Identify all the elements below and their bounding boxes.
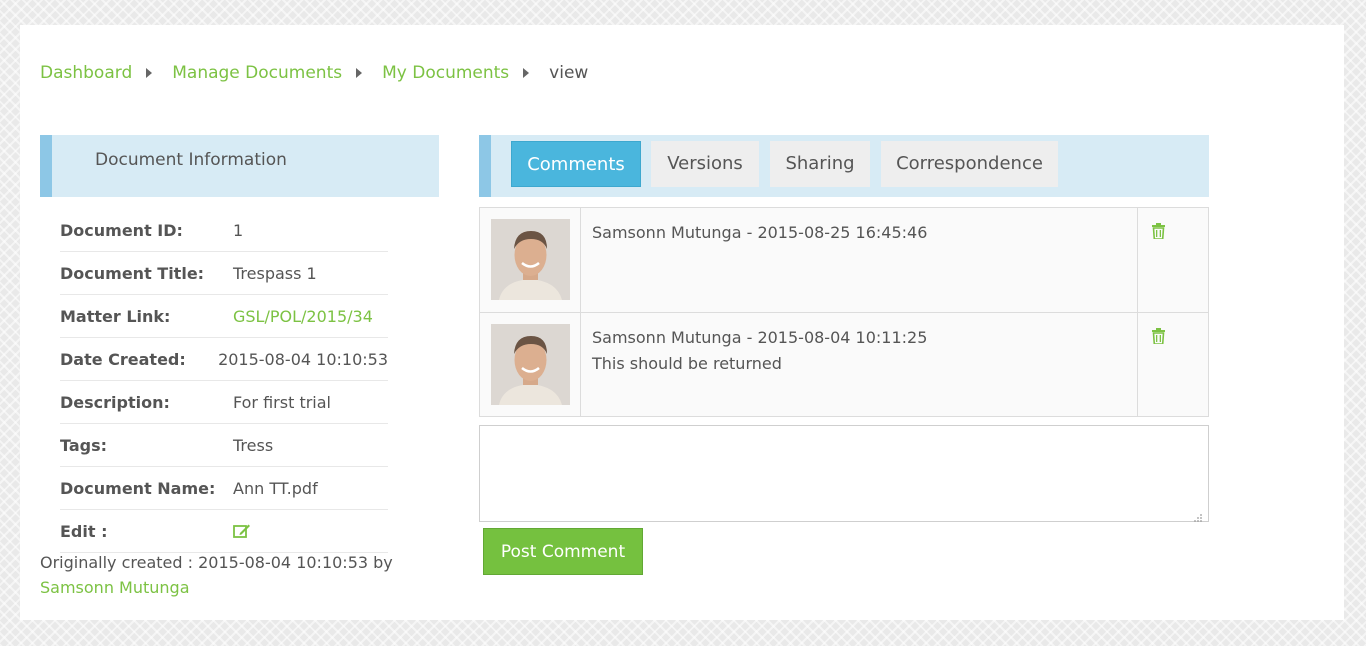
matter-link[interactable]: GSL/POL/2015/34: [233, 307, 373, 326]
info-value: Tress: [233, 435, 274, 455]
breadcrumb: Dashboard Manage Documents My Documents …: [40, 63, 588, 83]
info-value: Ann TT.pdf: [233, 478, 318, 498]
tab-correspondence[interactable]: Correspondence: [881, 141, 1058, 187]
document-info-header: Document Information: [40, 135, 439, 197]
avatar-cell: [480, 208, 581, 312]
avatar: [491, 219, 570, 300]
info-label: Matter Link:: [60, 306, 171, 326]
document-info-title: Document Information: [95, 150, 287, 170]
info-label: Tags:: [60, 435, 108, 455]
creator-link[interactable]: Samsonn Mutunga: [40, 578, 190, 597]
breadcrumb-manage-documents[interactable]: Manage Documents: [172, 63, 342, 83]
resize-grip-icon[interactable]: [1193, 508, 1203, 527]
info-row-date-created: Date Created: 2015-08-04 10:10:53: [60, 338, 388, 381]
caret-right-icon: [146, 68, 153, 78]
document-info-table: Document ID: 1 Document Title: Trespass …: [60, 209, 388, 553]
comment-body: Samsonn Mutunga - 2015-08-25 16:45:46: [581, 208, 1138, 312]
avatar-cell: [480, 313, 581, 416]
info-label: Description:: [60, 392, 170, 412]
post-comment-button[interactable]: Post Comment: [483, 528, 643, 575]
info-label: Edit :: [60, 521, 108, 541]
comment-actions: [1138, 208, 1208, 312]
comments-table: Samsonn Mutunga - 2015-08-25 16:45:46 Sa…: [479, 207, 1209, 417]
caret-right-icon: [523, 68, 530, 78]
info-label: Document Name:: [60, 478, 216, 498]
caret-right-icon: [356, 68, 363, 78]
comment-actions: [1138, 313, 1208, 416]
info-row-document-id: Document ID: 1: [60, 209, 388, 252]
comment-textarea[interactable]: [479, 425, 1209, 522]
breadcrumb-current: view: [549, 63, 589, 83]
comment-header: Samsonn Mutunga - 2015-08-25 16:45:46: [592, 223, 928, 242]
trash-icon[interactable]: [1152, 328, 1165, 344]
info-value: For first trial: [233, 392, 331, 412]
info-row-matter-link: Matter Link: GSL/POL/2015/34: [60, 295, 388, 338]
comment-body: Samsonn Mutunga - 2015-08-04 10:11:25 Th…: [581, 313, 1138, 416]
tabs-bar: Comments Versions Sharing Correspondence: [479, 135, 1209, 197]
info-value: Trespass 1: [233, 263, 317, 283]
info-row-document-name: Document Name: Ann TT.pdf: [60, 467, 388, 510]
edit-icon[interactable]: [233, 523, 251, 539]
info-value: 2015-08-04 10:10:53: [218, 349, 388, 369]
info-row-description: Description: For first trial: [60, 381, 388, 424]
comment-row: Samsonn Mutunga - 2015-08-25 16:45:46: [480, 208, 1208, 312]
info-row-edit: Edit :: [60, 510, 388, 553]
info-row-tags: Tags: Tress: [60, 424, 388, 467]
info-label: Date Created:: [60, 349, 186, 369]
info-label: Document ID:: [60, 220, 183, 240]
comment-header: Samsonn Mutunga - 2015-08-04 10:11:25: [592, 328, 928, 347]
comment-row: Samsonn Mutunga - 2015-08-04 10:11:25 Th…: [480, 312, 1208, 416]
tab-sharing[interactable]: Sharing: [770, 141, 870, 187]
content-panel: Dashboard Manage Documents My Documents …: [20, 25, 1344, 620]
tab-versions[interactable]: Versions: [651, 141, 759, 187]
trash-icon[interactable]: [1152, 223, 1165, 239]
info-label: Document Title:: [60, 263, 205, 283]
tab-comments[interactable]: Comments: [511, 141, 641, 187]
originally-created-info: Originally created : 2015-08-04 10:10:53…: [40, 550, 420, 600]
comment-text: This should be returned: [592, 354, 782, 373]
info-row-document-title: Document Title: Trespass 1: [60, 252, 388, 295]
breadcrumb-my-documents[interactable]: My Documents: [382, 63, 509, 83]
info-value: 1: [233, 220, 244, 240]
breadcrumb-dashboard[interactable]: Dashboard: [40, 63, 132, 83]
originally-created-text: Originally created : 2015-08-04 10:10:53…: [40, 553, 393, 572]
avatar: [491, 324, 570, 405]
